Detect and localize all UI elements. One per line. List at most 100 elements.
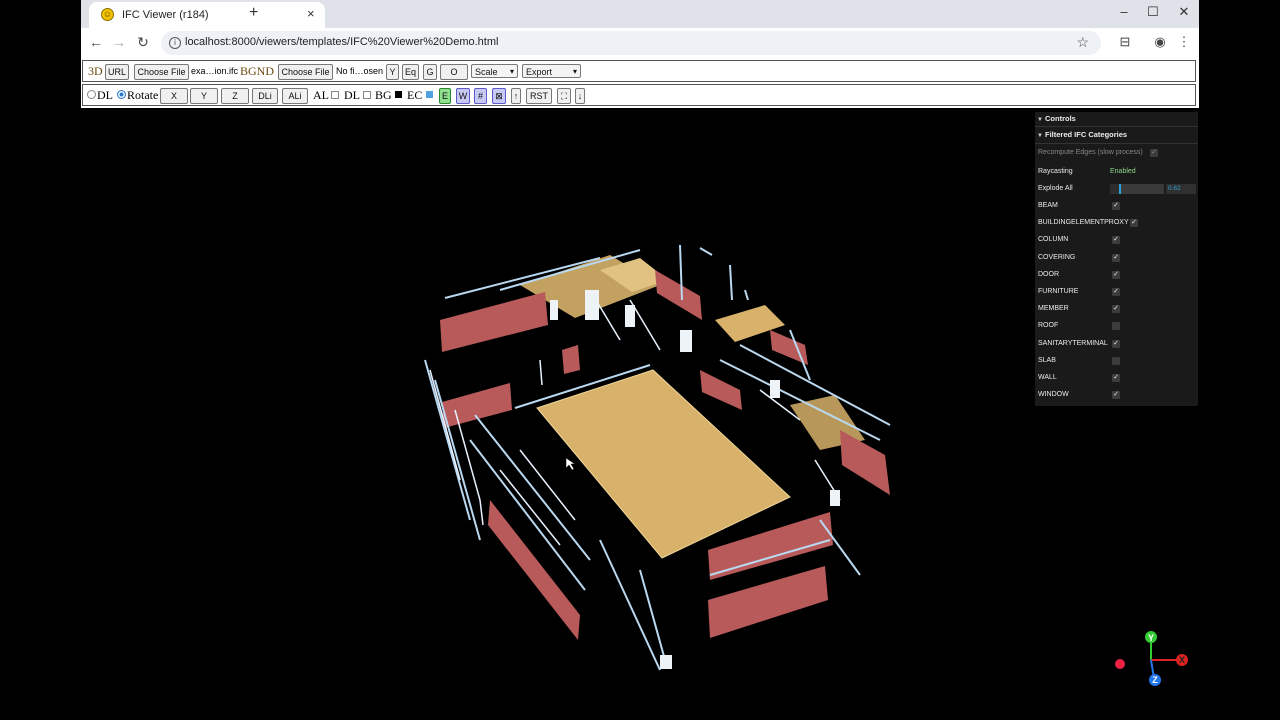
grid-hash-button[interactable]: #: [474, 88, 487, 104]
controls-folder-header[interactable]: ▼ Controls: [1035, 112, 1198, 126]
chevron-down-icon: ▼: [1037, 117, 1043, 123]
explode-slider-handle[interactable]: [1118, 184, 1121, 194]
axes-gizmo[interactable]: Y X Z: [1105, 625, 1195, 695]
category-label: COLUMN: [1038, 236, 1069, 244]
maximize-icon[interactable]: ☐: [1143, 4, 1163, 20]
bg-color-swatch[interactable]: [395, 91, 402, 98]
profile-icon[interactable]: ◉: [1151, 34, 1169, 50]
site-info-icon[interactable]: i: [169, 37, 181, 49]
view-z-button[interactable]: Z: [221, 88, 249, 104]
bg-label: BG: [375, 88, 392, 102]
tab-search-icon[interactable]: ⊟: [1116, 34, 1134, 50]
reload-icon[interactable]: ↻: [134, 34, 152, 51]
browser-tab[interactable]: ☺ IFC Viewer (r184) ×: [89, 2, 325, 28]
ali-button[interactable]: ALi: [282, 88, 308, 104]
category-checkbox-window[interactable]: ✓: [1112, 391, 1120, 400]
recompute-edges-row: Recompute Edges (slow process) ✓: [1038, 145, 1196, 161]
al-label: AL: [313, 88, 329, 102]
ec-color-swatch[interactable]: [426, 91, 433, 98]
al-checkbox[interactable]: [331, 91, 339, 99]
category-checkbox-covering[interactable]: ✓: [1112, 253, 1120, 262]
wall-right-1: [840, 430, 890, 495]
dl-label: DL: [344, 88, 360, 102]
eq-button[interactable]: Eq: [402, 64, 419, 80]
app-toolbar-top: 3D URL Choose File exa…ion.ifc BGND Choo…: [82, 60, 1196, 82]
up-arrow-icon[interactable]: ↑: [511, 88, 521, 104]
category-label: ROOF: [1038, 322, 1059, 330]
chevron-down-icon: ▼: [1037, 133, 1043, 139]
wall-left-mid: [442, 383, 512, 428]
export-select[interactable]: Export ▾: [522, 64, 581, 78]
e-button[interactable]: E: [439, 88, 451, 104]
category-row-wall: WALL ✓: [1038, 370, 1196, 386]
url-text[interactable]: localhost:8000/viewers/templates/IFC%20V…: [185, 36, 498, 48]
y-up-button[interactable]: Y: [386, 64, 399, 80]
category-label: COVERING: [1038, 253, 1076, 261]
down-arrow-icon[interactable]: ↓: [575, 88, 585, 104]
raycasting-row: Raycasting Enabled: [1038, 164, 1196, 180]
minimize-icon[interactable]: –: [1114, 4, 1134, 19]
category-label: DOOR: [1038, 270, 1059, 278]
category-checkbox-roof[interactable]: [1112, 322, 1120, 331]
category-row-buildingelementproxy: BUILDINGELEMENTPROXY ✓: [1038, 215, 1196, 231]
scale-select[interactable]: Scale ▾: [471, 64, 518, 78]
category-checkbox-door[interactable]: ✓: [1112, 270, 1120, 279]
category-checkbox-sanitaryterminal[interactable]: ✓: [1112, 339, 1120, 348]
choose-file-bg-button[interactable]: Choose File: [278, 64, 333, 80]
wall-top-right: [655, 270, 702, 320]
explode-label: Explode All: [1038, 185, 1073, 192]
controls-title: Controls: [1045, 114, 1076, 123]
explode-value-input[interactable]: 0.62: [1166, 184, 1196, 194]
axis-z-label: Z: [1152, 675, 1158, 685]
back-arrow-icon[interactable]: ←: [87, 34, 105, 50]
w-button[interactable]: W: [456, 88, 470, 104]
raycasting-toggle[interactable]: Enabled: [1110, 164, 1136, 180]
dli-button[interactable]: DLi: [252, 88, 278, 104]
category-label: SANITARYTERMINAL: [1038, 339, 1108, 347]
category-checkbox-buildingelementproxy[interactable]: ✓: [1130, 219, 1138, 228]
controls-panel: ▼ Controls ▼ Filtered IFC Categories Recom…: [1035, 112, 1198, 406]
g-button[interactable]: G: [423, 64, 437, 80]
section-x-icon[interactable]: ⊠: [492, 88, 506, 104]
tab-close-icon[interactable]: ×: [307, 7, 315, 21]
new-tab-button[interactable]: +: [249, 5, 258, 21]
fullscreen-icon[interactable]: ⛶: [557, 88, 571, 104]
category-checkbox-furniture[interactable]: ✓: [1112, 288, 1120, 296]
category-label: WINDOW: [1038, 391, 1069, 399]
recompute-checkbox[interactable]: ✓: [1150, 149, 1158, 157]
explode-slider-fill: [1110, 184, 1119, 194]
rotate-radio[interactable]: [117, 90, 126, 99]
rst-button[interactable]: RST: [526, 88, 552, 104]
explode-all-row: Explode All 0.62: [1038, 181, 1196, 197]
tab-strip: ☺ IFC Viewer (r184) × + – ☐ ✕: [81, 0, 1199, 28]
choose-file-ifc-button[interactable]: Choose File: [134, 64, 189, 80]
wall-mid-right: [700, 370, 742, 410]
smiley-favicon-icon: ☺: [101, 8, 114, 21]
menu-kebab-icon[interactable]: ⋮: [1175, 34, 1193, 50]
forward-arrow-icon[interactable]: →: [110, 34, 128, 50]
o-button[interactable]: O: [440, 64, 468, 80]
window-close-icon[interactable]: ✕: [1174, 4, 1194, 20]
category-checkbox-wall[interactable]: ✓: [1112, 374, 1120, 382]
category-checkbox-member[interactable]: ✓: [1112, 305, 1120, 314]
dl-checkbox[interactable]: [363, 91, 371, 99]
category-checkbox-beam[interactable]: ✓: [1112, 202, 1120, 210]
view-y-button[interactable]: Y: [190, 88, 218, 104]
label-3d: 3D: [88, 64, 103, 78]
bg-file-name: No fi…osen: [336, 66, 384, 76]
category-checkbox-column[interactable]: ✓: [1112, 236, 1120, 245]
omnibox[interactable]: i localhost:8000/viewers/templates/IFC%2…: [161, 31, 1101, 55]
category-row-covering: COVERING ✓: [1038, 250, 1196, 266]
filtered-folder-header[interactable]: ▼ Filtered IFC Categories: [1035, 128, 1198, 142]
bookmark-star-icon[interactable]: ☆: [1076, 34, 1089, 51]
dl-radio[interactable]: [87, 90, 96, 99]
category-checkbox-slab[interactable]: [1112, 356, 1120, 365]
view-x-button[interactable]: X: [160, 88, 188, 104]
explode-slider[interactable]: [1110, 184, 1164, 194]
url-button[interactable]: URL: [105, 64, 129, 80]
category-label: MEMBER: [1038, 305, 1069, 313]
address-bar-row: ← → ↻ i localhost:8000/viewers/templates…: [81, 28, 1199, 58]
filtered-title: Filtered IFC Categories: [1045, 130, 1128, 139]
recompute-label: Recompute Edges (slow process): [1038, 149, 1143, 156]
dl-radio-label: DL: [97, 88, 113, 102]
